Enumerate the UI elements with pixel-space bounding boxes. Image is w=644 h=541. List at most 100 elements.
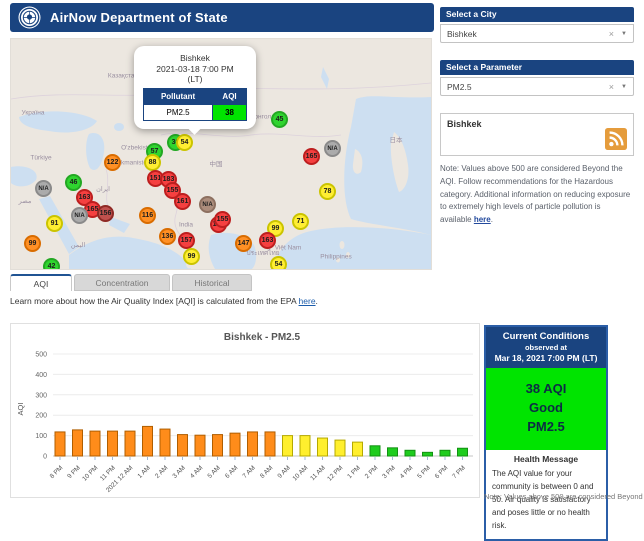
learn-more-link[interactable]: here <box>299 296 316 306</box>
map-country-label: Україна <box>21 109 45 117</box>
aqi-map-marker[interactable]: 147 <box>235 235 252 252</box>
svg-text:6 PM: 6 PM <box>434 464 450 480</box>
svg-text:Bishkek - PM2.5: Bishkek - PM2.5 <box>224 332 301 343</box>
observed-datetime: Mar 18, 2021 7:00 PM (LT) <box>494 353 598 363</box>
current-conditions-title: Current Conditions <box>502 331 590 342</box>
svg-text:1 PM: 1 PM <box>346 464 362 480</box>
city-caret-icon[interactable]: ▼ <box>621 31 627 37</box>
parameter-select[interactable]: PM2.5 × ▼ <box>440 77 634 96</box>
svg-text:9 AM: 9 AM <box>276 464 291 479</box>
svg-text:11 AM: 11 AM <box>309 464 327 482</box>
map-country-label: Philippines <box>320 253 352 261</box>
svg-text:6 AM: 6 AM <box>224 464 239 479</box>
parameter-select-value: PM2.5 <box>447 81 472 92</box>
aqi-map-marker[interactable]: 163 <box>259 232 276 249</box>
sidebar-note-link[interactable]: here <box>474 215 491 224</box>
map-country-label: مصر <box>18 198 32 205</box>
learn-more-line: Learn more about how the Air Quality Ind… <box>10 296 318 306</box>
svg-text:5 PM: 5 PM <box>416 464 432 480</box>
city-clear-icon[interactable]: × <box>609 29 614 39</box>
learn-more-text: Learn more about how the Air Quality Ind… <box>10 296 299 306</box>
aqi-map-marker[interactable]: 99 <box>24 235 41 252</box>
map-country-label: India <box>178 221 194 229</box>
svg-text:200: 200 <box>35 413 47 420</box>
svg-text:1 AM: 1 AM <box>136 464 151 479</box>
tab-historical[interactable]: Historical <box>172 274 252 291</box>
aqi-map-marker[interactable]: 157 <box>178 232 195 249</box>
parameter-caret-icon[interactable]: ▼ <box>621 84 627 90</box>
popup-city: Bishkek <box>180 53 210 63</box>
popup-col-aqi: AQI <box>212 87 247 105</box>
popup-table: Pollutant AQI PM2.5 38 <box>142 87 247 121</box>
map-popup: Bishkek 2021-03-18 7:00 PM (LT) Pollutan… <box>134 46 256 135</box>
aqi-map-marker[interactable]: 45 <box>271 111 288 128</box>
svg-text:300: 300 <box>35 392 47 399</box>
svg-text:7 PM: 7 PM <box>451 464 467 480</box>
current-conditions-panel: Current Conditions observed at Mar 18, 2… <box>484 325 608 541</box>
parameter-clear-icon[interactable]: × <box>609 82 614 92</box>
popup-pollutant-value: PM2.5 <box>142 103 214 121</box>
aqi-map-marker[interactable]: 78 <box>319 183 336 200</box>
svg-text:3 PM: 3 PM <box>381 464 397 480</box>
svg-text:10 PM: 10 PM <box>81 464 99 482</box>
svg-text:2 PM: 2 PM <box>364 464 380 480</box>
svg-text:0: 0 <box>43 454 47 461</box>
popup-timezone: (LT) <box>187 74 203 85</box>
aqi-category: Good <box>529 399 563 415</box>
svg-text:9 PM: 9 PM <box>66 464 82 480</box>
aqi-map-marker[interactable]: N/A <box>324 140 341 157</box>
svg-text:500: 500 <box>35 352 47 359</box>
aqi-map-marker[interactable]: 165 <box>303 148 320 165</box>
map-country-label: 日本 <box>389 137 403 144</box>
svg-text:4 AM: 4 AM <box>189 464 204 479</box>
observed-at-label: observed at <box>524 343 568 352</box>
tab-aqi[interactable]: AQI <box>10 274 72 291</box>
aqi-map-marker[interactable]: N/A <box>71 207 88 224</box>
aqi-map-marker[interactable]: N/A <box>35 180 52 197</box>
aqi-map-marker[interactable]: 122 <box>104 154 121 171</box>
aqi-map-marker[interactable]: 54 <box>270 256 287 269</box>
map-country-label: 中国 <box>209 161 223 168</box>
svg-text:2 AM: 2 AM <box>154 464 169 479</box>
aqi-map-marker[interactable]: 136 <box>159 228 176 245</box>
aqi-chart-panel: 0 100 200 300 400 500 Bishkek - PM2.5 AQI 8 PM 9 … <box>10 323 480 498</box>
aqi-value-block: 38 AQI Good PM2.5 <box>486 368 606 450</box>
popup-col-pollutant: Pollutant <box>142 87 214 105</box>
aqi-map-marker[interactable]: 99 <box>183 248 200 265</box>
aqi-map-marker[interactable]: 42 <box>43 258 60 269</box>
svg-text:7 AM: 7 AM <box>241 464 256 479</box>
aqi-map-marker[interactable]: 161 <box>174 193 191 210</box>
sidebar-note: Note: Values above 500 are considered Be… <box>440 164 631 225</box>
aqi-map[interactable]: Україна Казақстан Türkiye O'zbekiston Turkma… <box>10 38 432 270</box>
aqi-map-marker[interactable]: 116 <box>139 207 156 224</box>
aqi-map-marker[interactable]: 54 <box>176 134 193 151</box>
aqi-map-marker[interactable]: 88 <box>144 154 161 171</box>
svg-text:AQI: AQI <box>16 403 25 416</box>
popup-datetime: 2021-03-18 7:00 PM <box>156 63 234 74</box>
aqi-chart-svg: 0100200300400500Bishkek - PM2.5AQI8 PM 9 … <box>16 332 473 494</box>
sidebar-note-text: Note: Values above 500 are considered Be… <box>440 164 631 225</box>
rss-box: Bishkek <box>440 113 634 156</box>
aqi-map-marker[interactable]: 46 <box>65 174 82 191</box>
aqi-map-marker[interactable]: 71 <box>292 213 309 230</box>
aqi-pollutant: PM2.5 <box>527 418 565 434</box>
svg-text:12 PM: 12 PM <box>326 464 344 482</box>
aqi-map-marker[interactable]: 155 <box>214 211 231 228</box>
svg-text:400: 400 <box>35 372 47 379</box>
svg-text:8 PM: 8 PM <box>49 464 65 480</box>
select-parameter-header: Select a Parameter <box>440 60 634 75</box>
aqi-value: 38 AQI <box>525 381 567 396</box>
svg-text:3 AM: 3 AM <box>171 464 186 479</box>
svg-text:4 PM: 4 PM <box>399 464 415 480</box>
current-conditions-header: Current Conditions observed at Mar 18, 2… <box>486 327 606 368</box>
city-select[interactable]: Bishkek × ▼ <box>440 24 634 43</box>
map-country-label: ایران <box>96 186 110 193</box>
state-department-seal-icon <box>18 6 41 29</box>
aqi-map-marker[interactable]: N/A <box>199 196 216 213</box>
rss-icon[interactable] <box>605 128 627 150</box>
aqi-map-marker[interactable]: 91 <box>46 215 63 232</box>
aqi-map-marker[interactable]: 156 <box>97 205 114 222</box>
city-select-value: Bishkek <box>447 28 477 39</box>
tab-concentration[interactable]: Concentration <box>74 274 170 291</box>
select-city-header: Select a City <box>440 7 634 22</box>
